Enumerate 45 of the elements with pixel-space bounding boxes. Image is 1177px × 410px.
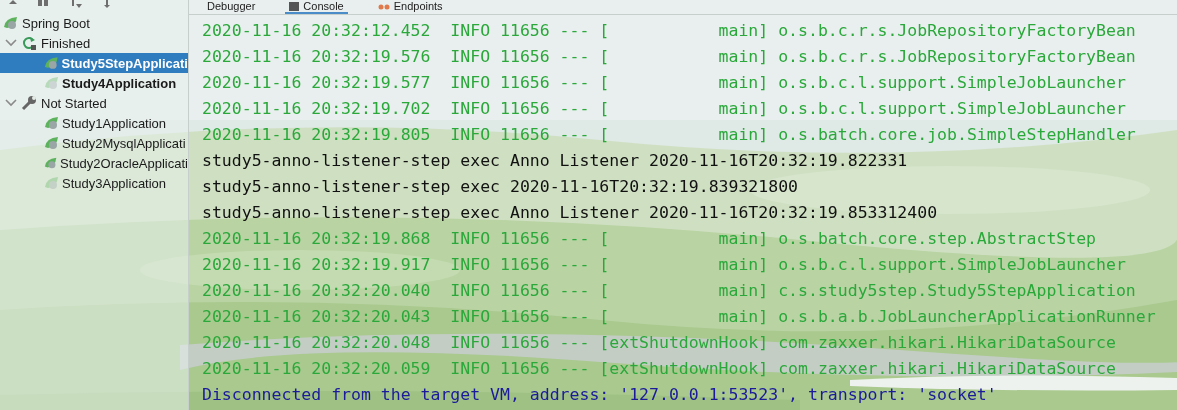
tab[interactable]: Endpoints [373,0,447,14]
tree-item[interactable]: Not Started [0,93,188,113]
chevron-icon[interactable] [5,39,17,47]
grid-icon[interactable] [38,0,50,8]
tree-item[interactable]: Study4Application [0,73,188,93]
filter-icon[interactable] [70,0,82,8]
arrow-down-icon[interactable] [102,0,112,8]
wrench-icon [21,95,37,111]
console-line: study5-anno-listener-step exec Anno Listener 2020-11-16T20:32:19.822331 [202,150,909,172]
console-line: 2020-11-16 20:32:19.917 INFO 11656 --- [ main] o.s.b.c.l.support.SimpleJobLauncher [202,254,1127,276]
console-line: 2020-11-16 20:32:20.040 INFO 11656 --- [ main] c.s.study5step.Study5StepApplication [202,280,1137,302]
tree-label: Study2MysqlApplicati [62,135,186,151]
tree-label: Study3Application [62,175,167,191]
tree-item[interactable]: Finished [0,33,188,53]
console-line: 2020-11-16 20:32:19.868 INFO 11656 --- [ main] o.s.batch.core.step.AbstractStep [202,228,1098,250]
console-line: 2020-11-16 20:32:19.576 INFO 11656 --- [ main] o.s.b.c.r.s.JobRepositoryFactoryBean [202,46,1137,68]
tree-item[interactable]: Study2OracleApplicati [0,153,188,173]
console-line: 2020-11-16 20:32:19.577 INFO 11656 --- [ main] o.s.b.c.l.support.SimpleJobLauncher [202,72,1127,94]
console-line: study5-anno-listener-step exec Anno Listener 2020-11-16T20:32:19.853312400 [202,202,939,224]
tab[interactable]: Console [285,0,348,14]
tree-label: Study2OracleApplicati [60,155,188,171]
tab[interactable]: Debugger [203,0,260,14]
tree-item[interactable]: Study1Application [0,113,188,133]
tree-label: Spring Boot [22,15,90,31]
console-line: 2020-11-16 20:32:19.702 INFO 11656 --- [ main] o.s.b.c.l.support.SimpleJobLauncher [202,98,1127,120]
console-line: Disconnected from the target VM, address: '127.0.0.1:53523', transport: 'socket' [202,384,998,406]
tree-label: Study1Application [62,115,167,131]
tree-label: Finished [41,35,91,51]
tree-label: Study5StepApplicati [61,55,188,71]
tree-item[interactable]: Study2MysqlApplicati [0,133,188,153]
console-line: 2020-11-16 20:32:20.059 INFO 11656 --- [extShutdownHook] com.zaxxer.hikari.HikariDataSource [202,358,1117,380]
tree-item[interactable]: Study3Application [0,173,188,193]
tree-item[interactable]: Study5StepApplicati [0,53,188,73]
leaf-icon [3,15,19,31]
console-line: 2020-11-16 20:32:19.805 INFO 11656 --- [ main] o.s.batch.core.job.SimpleStepHandler [202,124,1137,146]
console-line: study5-anno-listener-step exec 2020-11-16T20:32:19.839321800 [202,176,800,198]
tree-item[interactable]: Spring Boot [0,13,188,33]
tree-label: Study4Application [62,75,177,91]
console-line: 2020-11-16 20:32:20.043 INFO 11656 --- [ main] o.s.b.a.b.JobLauncherApplicationRunner [202,306,1157,328]
tree-label: Not Started [41,95,107,111]
refresh-icon [21,35,37,51]
console-line: 2020-11-16 20:32:20.048 INFO 11656 --- [extShutdownHook] com.zaxxer.hikari.HikariDataSource [202,332,1117,354]
console-icon [289,1,300,11]
console-line: 2020-11-16 20:32:12.452 INFO 11656 --- [ main] o.s.b.c.r.s.JobRepositoryFactoryBean [202,20,1137,42]
chevron-icon[interactable] [5,99,17,107]
